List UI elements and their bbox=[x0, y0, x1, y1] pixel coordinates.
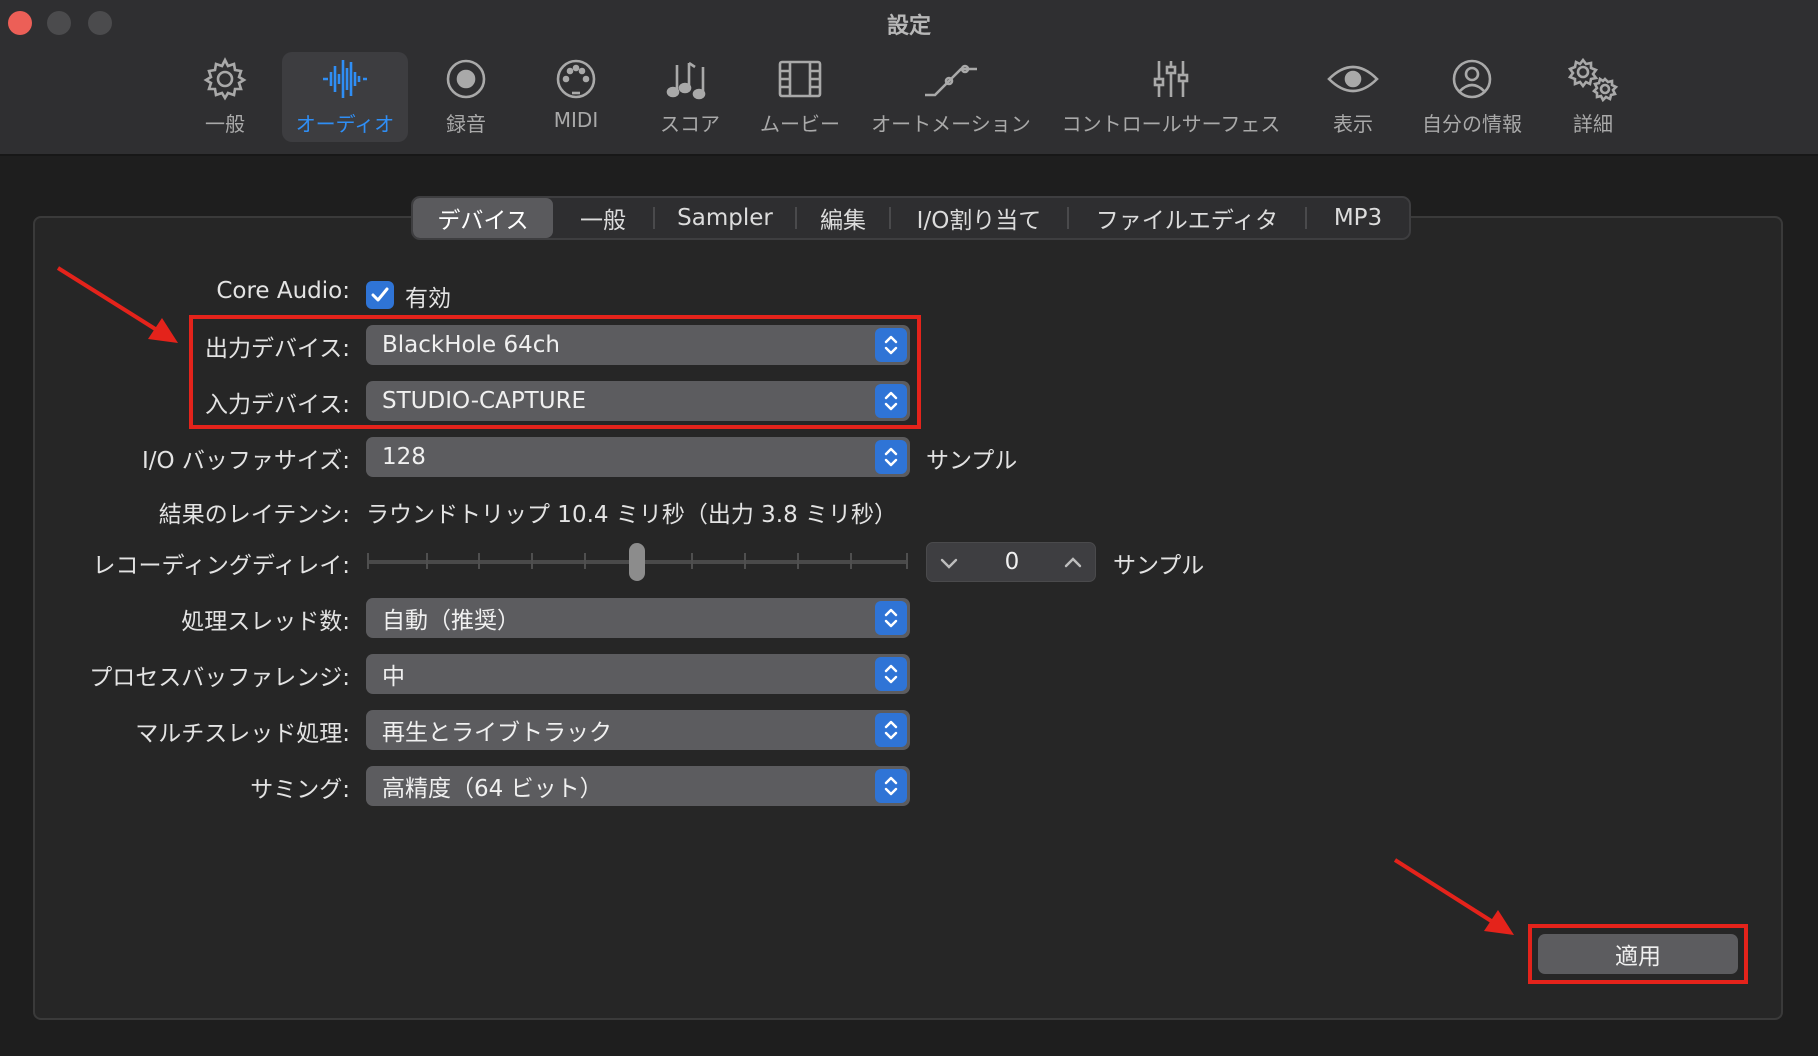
film-icon bbox=[776, 52, 824, 106]
buffer-unit-label: サンプル bbox=[926, 448, 1018, 474]
toolbar-tab-view[interactable]: 表示 bbox=[1326, 52, 1380, 142]
updown-chevron-icon bbox=[875, 769, 907, 803]
slider-tick bbox=[478, 553, 480, 569]
tab-io-assignments[interactable]: I/O割り当て bbox=[891, 198, 1067, 238]
gears-icon bbox=[1565, 52, 1621, 106]
slider-tick bbox=[744, 553, 746, 569]
toolbar-tab-audio[interactable]: オーディオ bbox=[282, 52, 408, 142]
processing-threads-value: 自動（推奨） bbox=[382, 608, 520, 634]
summing-label: サミング: bbox=[250, 777, 350, 803]
slider-tick bbox=[367, 553, 369, 569]
resulting-latency-value: ラウンドトリップ 10.4 ミリ秒（出力 3.8 ミリ秒） bbox=[366, 502, 898, 528]
slider-tick bbox=[584, 553, 586, 569]
core-audio-enabled-label: 有効 bbox=[405, 286, 451, 312]
toolbar-tab-advanced[interactable]: 詳細 bbox=[1564, 52, 1622, 142]
toolbar-tab-midi[interactable]: MIDI bbox=[550, 52, 602, 142]
slider-tick bbox=[426, 553, 428, 569]
window-toolbar: 設定 一般 オーディオ 録音 MIDI スコア ムービー オートメーション コン… bbox=[0, 0, 1818, 156]
core-audio-label: Core Audio: bbox=[216, 278, 350, 304]
core-audio-checkbox[interactable] bbox=[366, 281, 394, 309]
processing-threads-popup[interactable]: 自動（推奨） bbox=[366, 598, 910, 638]
toolbar-tab-control-surfaces[interactable]: コントロールサーフェス bbox=[1060, 52, 1282, 142]
tab-editing[interactable]: 編集 bbox=[797, 198, 889, 238]
music-notes-icon bbox=[665, 52, 715, 106]
waveform-icon bbox=[320, 52, 370, 106]
toolbar-tab-general[interactable]: 一般 bbox=[192, 52, 258, 142]
slider-tick bbox=[797, 553, 799, 569]
updown-chevron-icon bbox=[875, 713, 907, 747]
process-buffer-range-value: 中 bbox=[382, 664, 405, 690]
highlight-device-box bbox=[189, 315, 921, 429]
toolbar-tab-my-info[interactable]: 自分の情報 bbox=[1420, 52, 1524, 142]
resulting-latency-label: 結果のレイテンシ: bbox=[158, 502, 350, 528]
person-circle-icon bbox=[1450, 52, 1494, 106]
window-title: 設定 bbox=[886, 14, 931, 39]
processing-threads-label: 処理スレッド数: bbox=[181, 609, 350, 635]
io-buffer-size-label: I/O バッファサイズ: bbox=[141, 448, 350, 474]
toolbar-tab-recording[interactable]: 録音 bbox=[444, 52, 488, 142]
highlight-apply-box bbox=[1528, 924, 1748, 984]
toolbar-tab-automation[interactable]: オートメーション bbox=[870, 52, 1032, 142]
midi-port-icon bbox=[554, 52, 598, 106]
checkmark-icon bbox=[371, 287, 389, 302]
eye-icon bbox=[1326, 52, 1380, 106]
slider-tick bbox=[691, 553, 693, 569]
updown-chevron-icon bbox=[875, 440, 907, 474]
tab-general[interactable]: 一般 bbox=[553, 198, 653, 238]
toolbar-tab-score[interactable]: スコア bbox=[657, 52, 723, 142]
audio-subtabs: デバイス 一般 Sampler 編集 I/O割り当て ファイルエディタ MP3 bbox=[411, 196, 1411, 240]
io-buffer-size-popup[interactable]: 128 bbox=[366, 437, 910, 477]
gear-icon bbox=[202, 52, 248, 106]
recording-delay-label: レコーディングディレイ: bbox=[92, 553, 350, 579]
summing-popup[interactable]: 高精度（64 ビット） bbox=[366, 766, 910, 806]
multithreading-value: 再生とライブトラック bbox=[382, 720, 612, 746]
updown-chevron-icon bbox=[875, 657, 907, 691]
recording-delay-slider-knob[interactable] bbox=[629, 543, 645, 581]
slider-tick bbox=[906, 553, 908, 569]
io-buffer-size-value: 128 bbox=[382, 444, 426, 470]
summing-value: 高精度（64 ビット） bbox=[382, 776, 603, 802]
tab-sampler[interactable]: Sampler bbox=[655, 198, 795, 238]
updown-chevron-icon bbox=[875, 601, 907, 635]
tab-devices[interactable]: デバイス bbox=[413, 198, 553, 238]
process-buffer-range-popup[interactable]: 中 bbox=[366, 654, 910, 694]
recording-delay-stepper[interactable]: 0 bbox=[926, 542, 1096, 582]
tab-file-editor[interactable]: ファイルエディタ bbox=[1069, 198, 1305, 238]
multithreading-popup[interactable]: 再生とライブトラック bbox=[366, 710, 910, 750]
automation-curve-icon bbox=[921, 52, 981, 106]
multithreading-label: マルチスレッド処理: bbox=[135, 721, 350, 747]
process-buffer-range-label: プロセスバッファレンジ: bbox=[89, 665, 350, 691]
tab-mp3[interactable]: MP3 bbox=[1307, 198, 1409, 238]
delay-unit-label: サンプル bbox=[1113, 553, 1205, 579]
toolbar-tab-movie[interactable]: ムービー bbox=[758, 52, 842, 142]
record-icon bbox=[444, 52, 488, 106]
chevron-up-icon[interactable] bbox=[1061, 551, 1085, 575]
slider-tick bbox=[531, 553, 533, 569]
sliders-icon bbox=[1149, 52, 1193, 106]
slider-tick bbox=[850, 553, 852, 569]
